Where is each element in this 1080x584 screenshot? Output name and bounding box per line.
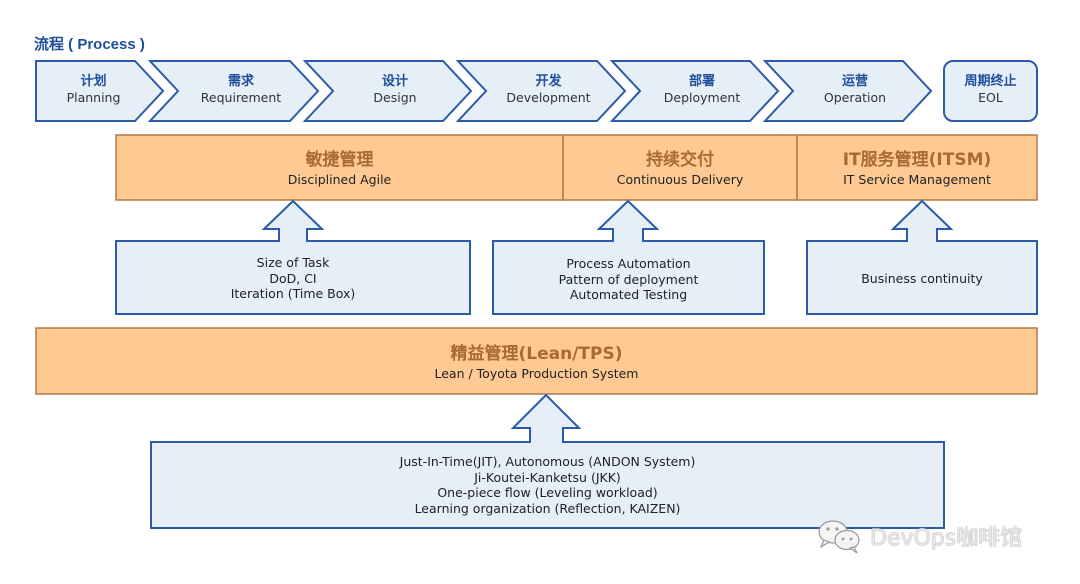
practice-line: One-piece flow (Leveling workload)	[437, 485, 658, 500]
watermark-text: DevOps咖啡馆	[870, 526, 1023, 551]
practice-text-itsm: Business continuity	[807, 271, 1037, 287]
band-delivery-label: 持续交付 Continuous Delivery	[563, 149, 797, 189]
stage-en-label: Design	[373, 90, 417, 105]
band-cn-title: IT服务管理(ITSM)	[842, 150, 992, 170]
stage-en-label: Development	[506, 90, 591, 105]
watermark: DevOps咖啡馆	[816, 518, 1022, 554]
band-agile-label: 敏捷管理 Disciplined Agile	[116, 149, 563, 189]
stage-eol: 周期终止 EOL	[944, 74, 1037, 106]
practice-line: Iteration (Time Box)	[230, 286, 356, 301]
band-cn-title: 精益管理(Lean/TPS)	[450, 344, 623, 364]
practice-line: Learning organization (Reflection, KAIZE…	[414, 500, 681, 516]
practice-line: Ji-Koutei-Kanketsu (JKK)	[474, 469, 621, 485]
band-en-subtitle: IT Service Management	[843, 172, 991, 187]
stage-en-label: Operation	[823, 90, 887, 105]
band-en-subtitle: Lean / Toyota Production System	[434, 366, 639, 381]
band-lean-label: 精益管理(Lean/TPS) Lean / Toyota Production …	[36, 343, 1037, 383]
band-cn-title: 持续交付	[646, 150, 714, 170]
band-cn-title: 敏捷管理	[305, 150, 374, 170]
stage-planning: 计划 Planning	[36, 74, 151, 106]
stage-cn-label: 设计	[381, 74, 408, 89]
stage-cn-label: 运营	[841, 74, 868, 89]
stage-en-label: Requirement	[200, 90, 282, 105]
band-en-subtitle: Disciplined Agile	[287, 172, 392, 187]
stage-cn-label: 需求	[227, 74, 254, 89]
practice-box-itsm	[806, 199, 1038, 315]
stage-cn-label: 部署	[688, 74, 715, 89]
practice-text-delivery: Process Automation Pattern of deployment…	[493, 256, 764, 303]
practice-line: Automated Testing	[569, 287, 688, 302]
stage-en-label: EOL	[978, 90, 1003, 105]
stage-cn-label: 周期终止	[964, 74, 1017, 89]
stage-cn-label: 计划	[80, 74, 107, 89]
practice-line: Just-In-Time(JIT), Autonomous (ANDON Sys…	[399, 454, 696, 469]
practice-line: Business continuity	[861, 271, 983, 286]
stage-en-label: Deployment	[663, 90, 741, 105]
practice-text-lean: Just-In-Time(JIT), Autonomous (ANDON Sys…	[151, 454, 944, 516]
practice-text-agile: Size of Task DoD, CI Iteration (Time Box…	[116, 255, 470, 302]
band-itsm-label: IT服务管理(ITSM) IT Service Management	[797, 149, 1037, 189]
stage-requirement: 需求 Requirement	[178, 74, 304, 106]
stage-deployment: 部署 Deployment	[640, 74, 764, 106]
stage-en-label: Planning	[66, 90, 121, 105]
stage-cn-label: 开发	[535, 74, 562, 89]
practice-line: Pattern of deployment	[558, 271, 699, 287]
practice-line: Size of Task	[256, 255, 330, 270]
stage-operation: 运营 Operation	[793, 74, 917, 106]
wechat-icon	[818, 520, 860, 554]
band-en-subtitle: Continuous Delivery	[616, 172, 744, 187]
practice-line: Process Automation	[566, 256, 691, 271]
stage-development: 开发 Development	[486, 74, 611, 106]
stage-design: 设计 Design	[333, 74, 457, 106]
practice-line: DoD, CI	[269, 270, 317, 286]
